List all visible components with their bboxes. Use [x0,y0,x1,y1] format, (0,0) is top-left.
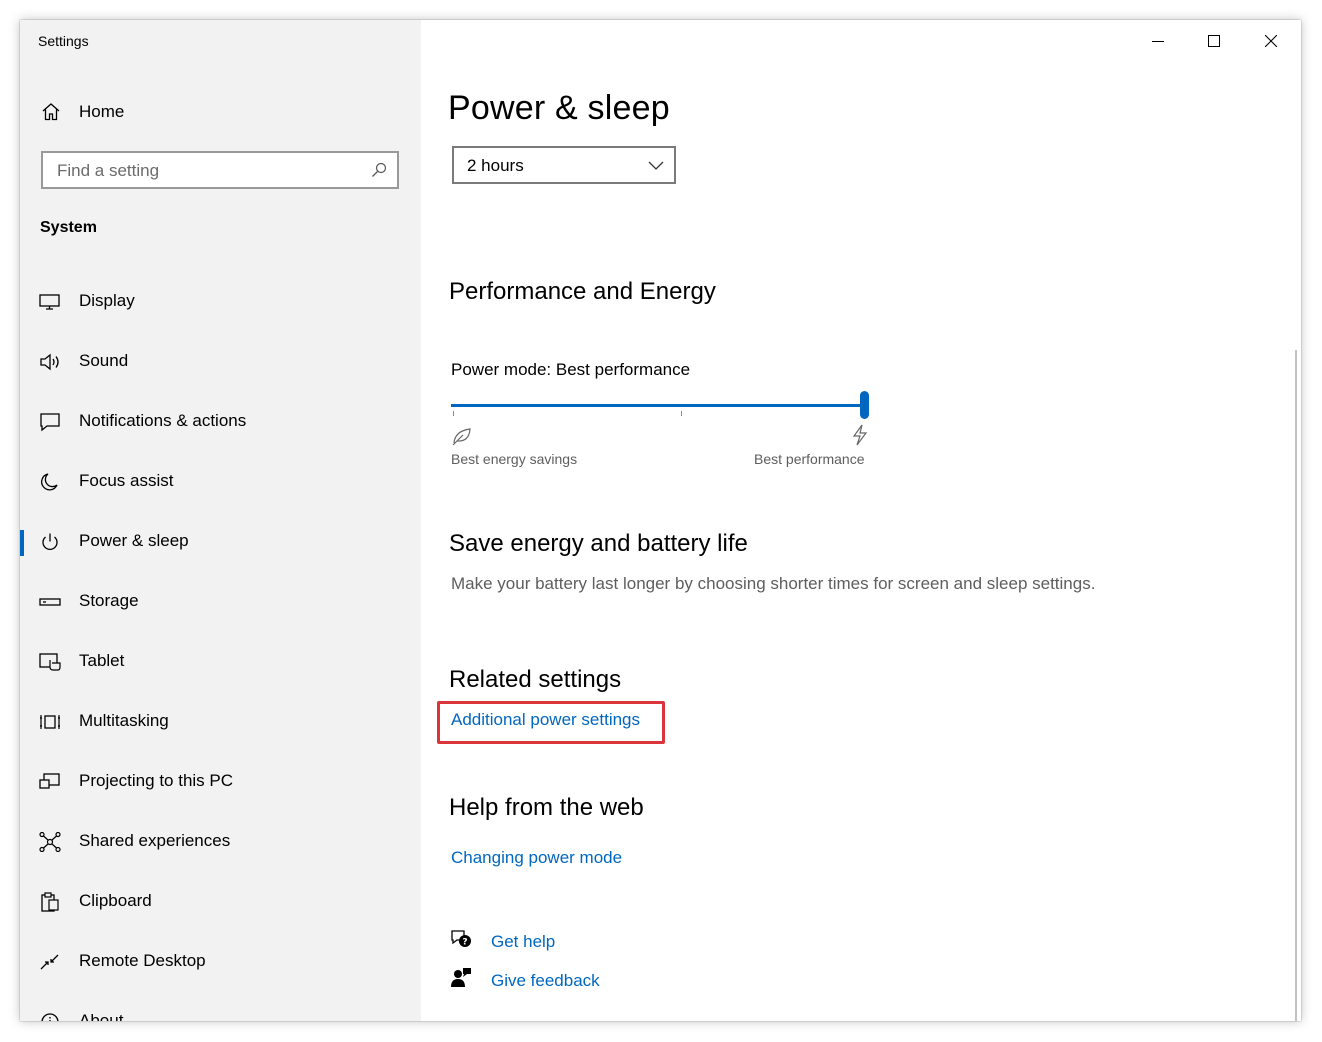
slider-right-caption: Best performance [754,451,865,467]
sidebar-item-label: Sound [79,351,129,370]
clipboard-icon [41,892,59,912]
power-mode-slider[interactable] [451,391,869,422]
changing-power-mode-link[interactable]: Changing power mode [451,848,622,868]
slider-track[interactable] [451,404,861,407]
sidebar-item-label: Display [79,291,135,310]
sleep-time-dropdown[interactable]: 2 hours [452,146,676,184]
sidebar-item-tablet[interactable]: Tablet [20,632,421,692]
settings-window: Settings Home System Display [20,20,1301,1021]
feedback-icon [451,968,471,987]
sidebar-home[interactable]: Home [20,90,421,134]
sidebar-item-label: About [79,1011,124,1021]
sidebar: Settings Home System Display [20,20,421,1021]
shared-experiences-icon [39,832,61,852]
display-icon [39,294,60,310]
leaf-icon [452,428,471,446]
sidebar-item-multitasking[interactable]: Multitasking [20,692,421,752]
dropdown-value: 2 hours [467,156,524,175]
home-icon [42,103,60,121]
projecting-icon [39,773,60,789]
sidebar-nav: Display Sound Notifications & actions Fo… [20,272,421,1021]
svg-text:?: ? [462,938,467,948]
main-content: Power & sleep 2 hours Performance and En… [421,20,1301,1021]
save-energy-description: Make your battery last longer by choosin… [451,574,1096,593]
help-heading: Help from the web [449,794,644,821]
chevron-down-icon [648,161,664,170]
moon-icon [41,473,58,491]
speaker-icon [40,353,59,371]
power-mode-label: Power mode: Best performance [451,360,691,379]
storage-icon [39,598,61,606]
slider-tick [681,411,682,416]
sidebar-item-label: Multitasking [79,711,169,730]
sidebar-item-about[interactable]: About [20,992,421,1021]
sidebar-item-power-sleep[interactable]: Power & sleep [20,512,421,572]
sidebar-item-storage[interactable]: Storage [20,572,421,632]
sidebar-item-label: Power & sleep [79,531,189,550]
slider-thumb[interactable] [860,391,869,419]
sidebar-item-focus-assist[interactable]: Focus assist [20,452,421,512]
sidebar-item-sound[interactable]: Sound [20,332,421,392]
search-input[interactable] [55,160,369,182]
section-label-system: System [40,219,97,236]
sidebar-item-label: Clipboard [79,891,152,910]
sidebar-item-remote-desktop[interactable]: Remote Desktop [20,932,421,992]
notification-icon [40,413,60,432]
sidebar-item-clipboard[interactable]: Clipboard [20,872,421,932]
lightning-icon [852,424,868,446]
power-icon [42,533,58,551]
sidebar-home-label: Home [79,102,125,121]
sidebar-item-label: Notifications & actions [79,411,247,430]
scrollbar[interactable] [1295,350,1297,1021]
sidebar-item-display[interactable]: Display [20,272,421,332]
search-box[interactable] [41,151,399,189]
remote-desktop-icon [40,954,59,970]
performance-heading: Performance and Energy [449,278,716,305]
give-feedback-link[interactable]: Give feedback [491,971,600,991]
slider-tick [453,411,454,416]
page-title: Power & sleep [448,89,670,127]
sidebar-item-label: Remote Desktop [79,951,206,970]
search-icon[interactable] [371,162,387,178]
tablet-icon [39,653,61,671]
get-help-link[interactable]: Get help [491,932,555,952]
get-help-icon: ? [451,930,471,948]
sidebar-item-projecting[interactable]: Projecting to this PC [20,752,421,812]
sidebar-item-notifications[interactable]: Notifications & actions [20,392,421,452]
sidebar-item-label: Shared experiences [79,831,231,850]
window-title: Settings [38,33,89,49]
sidebar-item-label: Focus assist [79,471,174,490]
info-icon [41,1013,59,1021]
additional-power-settings-link[interactable]: Additional power settings [451,710,640,730]
multitasking-icon [40,715,60,729]
save-energy-heading: Save energy and battery life [449,530,748,557]
sidebar-item-shared-experiences[interactable]: Shared experiences [20,812,421,872]
sidebar-item-label: Storage [79,591,139,610]
related-settings-heading: Related settings [449,666,622,693]
slider-left-caption: Best energy savings [451,451,578,467]
sidebar-item-label: Tablet [79,651,125,670]
sidebar-item-label: Projecting to this PC [79,771,234,790]
